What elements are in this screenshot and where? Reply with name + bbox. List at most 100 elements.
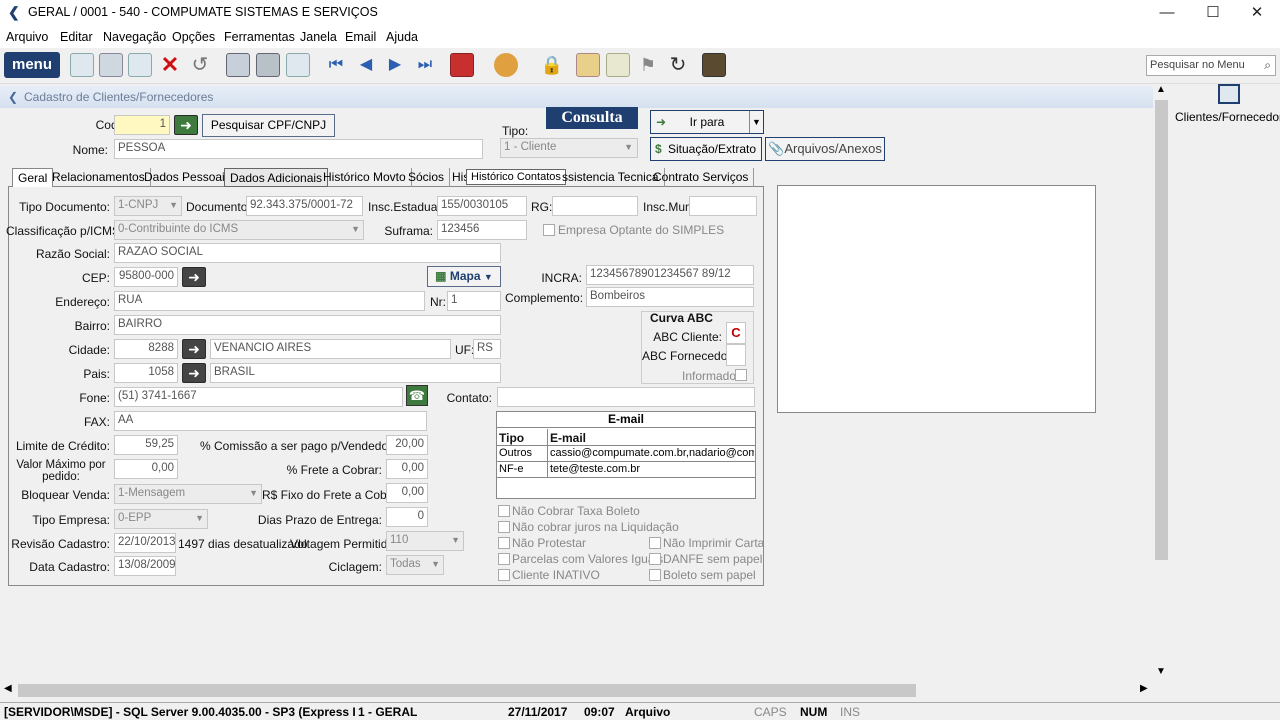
danfe-sem-papel-checkbox[interactable]	[649, 553, 661, 565]
nome-field[interactable]: PESSOA	[114, 139, 483, 159]
search-icon[interactable]: ⌕	[1264, 58, 1271, 73]
menu-opcoes[interactable]: Opções	[172, 30, 215, 44]
main-menu-button[interactable]: menu	[4, 52, 60, 78]
first-record-icon[interactable]: ⏮	[324, 53, 348, 77]
tab-contrato-servicos[interactable]: Contrato Serviços	[648, 168, 755, 187]
nao-cobrar-taxa-checkbox[interactable]	[498, 505, 510, 517]
boleto-sem-papel-checkbox[interactable]	[649, 569, 661, 581]
flag-icon[interactable]: ⚑	[636, 53, 660, 77]
codigo-field[interactable]: 1	[114, 115, 170, 135]
users-icon[interactable]	[494, 53, 518, 77]
cliente-inativo-checkbox[interactable]	[498, 569, 510, 581]
maximize-button[interactable]: ☐	[1190, 0, 1236, 26]
razao-social-field[interactable]: RAZAO SOCIAL	[114, 243, 501, 263]
arquivos-anexos-button[interactable]: 📎Arquivos/Anexos	[765, 137, 885, 161]
abc-cliente-field[interactable]: C	[726, 322, 746, 344]
scroll-thumb[interactable]	[1155, 100, 1168, 560]
calendar-icon[interactable]	[450, 53, 474, 77]
refresh-icon[interactable]: ↻	[666, 53, 690, 77]
frete-fixo-field[interactable]: 0,00	[386, 483, 428, 503]
menu-janela[interactable]: Janela	[300, 30, 337, 44]
close-button[interactable]: ✕	[1234, 0, 1280, 26]
menu-ajuda[interactable]: Ajuda	[386, 30, 418, 44]
back-icon[interactable]: ❮	[8, 86, 18, 108]
complemento-field[interactable]: Bombeiros	[586, 287, 754, 307]
nao-imprimir-carta-checkbox[interactable]	[649, 537, 661, 549]
insc-mun-field[interactable]	[689, 196, 757, 216]
scroll-thumb[interactable]	[18, 684, 916, 697]
documento-field[interactable]: 92.343.375/0001-72	[246, 196, 363, 216]
phone-icon[interactable]: ☎	[406, 385, 428, 406]
folder-icon[interactable]	[576, 53, 600, 77]
bairro-field[interactable]: BAIRRO	[114, 315, 501, 335]
tab-socios[interactable]: Sócios	[403, 168, 451, 187]
cep-search-icon[interactable]: ➜	[182, 267, 206, 287]
menu-email[interactable]: Email	[345, 30, 376, 44]
scroll-left-icon[interactable]: ◀	[4, 683, 12, 694]
report-icon[interactable]	[286, 53, 310, 77]
menu-ferramentas[interactable]: Ferramentas	[224, 30, 295, 44]
tipo-documento-select[interactable]: 1-CNPJ ▼	[114, 196, 182, 216]
parcelas-iguais-checkbox[interactable]	[498, 553, 510, 565]
photo-box[interactable]	[777, 185, 1096, 413]
informado-checkbox[interactable]	[735, 369, 747, 381]
save-icon[interactable]	[99, 53, 123, 77]
ir-para-button[interactable]: ➜ Ir para ▼	[650, 110, 764, 134]
menu-navegacao[interactable]: Navegação	[103, 30, 166, 44]
new-icon[interactable]	[70, 53, 94, 77]
cidade-code-field[interactable]: 8288	[114, 339, 178, 359]
situacao-extrato-button[interactable]: $ Situação/Extrato	[650, 137, 762, 161]
scroll-right-icon[interactable]: ▶	[1140, 683, 1148, 694]
tipo-empresa-select[interactable]: 0-EPP ▼	[114, 509, 208, 529]
tipo-select[interactable]: 1 - Cliente ▼	[500, 138, 638, 158]
ciclagem-select[interactable]: Todas ▼	[386, 555, 444, 575]
incra-field[interactable]: 12345678901234567 89/12	[586, 265, 754, 285]
table-row[interactable]: Outros cassio@compumate.com.br,nadario@c…	[497, 446, 755, 462]
vertical-scrollbar[interactable]: ▲ ▼	[1153, 84, 1170, 684]
voltagem-select[interactable]: 110 ▼	[386, 531, 464, 551]
revisao-field[interactable]: 22/10/2013	[114, 533, 176, 553]
nao-cobrar-juros-checkbox[interactable]	[498, 521, 510, 533]
contato-field[interactable]	[497, 387, 755, 407]
data-cadastro-field[interactable]: 13/08/2009	[114, 556, 176, 576]
exit-icon[interactable]	[702, 53, 726, 77]
valor-maximo-field[interactable]: 0,00	[114, 459, 178, 479]
minimize-button[interactable]: —	[1144, 0, 1190, 26]
frete-field[interactable]: 0,00	[386, 459, 428, 479]
table-row[interactable]: NF-e tete@teste.com.br	[497, 462, 755, 478]
clientes-fornecedores-label[interactable]: Clientes/Fornecedores	[1175, 110, 1280, 124]
edit-icon[interactable]	[128, 53, 152, 77]
cidade-search-icon[interactable]: ➜	[182, 339, 206, 359]
cep-field[interactable]: 95800-000	[114, 267, 178, 287]
menu-arquivo[interactable]: Arquivo	[6, 30, 48, 44]
comissao-field[interactable]: 20,00	[386, 435, 428, 455]
scroll-up-icon[interactable]: ▲	[1156, 84, 1166, 95]
ir-para-dropdown-icon[interactable]: ▼	[749, 111, 763, 133]
menu-editar[interactable]: Editar	[60, 30, 93, 44]
print-icon[interactable]	[256, 53, 280, 77]
dias-prazo-field[interactable]: 0	[386, 507, 428, 527]
pais-search-icon[interactable]: ➜	[182, 363, 206, 383]
pais-code-field[interactable]: 1058	[114, 363, 178, 383]
prev-record-icon[interactable]: ◀	[354, 53, 378, 77]
class-icms-select[interactable]: 0-Contribuinte do ICMS ▼	[114, 220, 364, 240]
limite-credito-field[interactable]: 59,25	[114, 435, 178, 455]
scroll-down-icon[interactable]: ▼	[1156, 666, 1166, 677]
bloquear-venda-select[interactable]: 1-Mensagem ▼	[114, 484, 262, 504]
nr-field[interactable]: 1	[447, 291, 501, 311]
delete-icon[interactable]: ✕	[158, 53, 182, 77]
favorites-icon[interactable]	[606, 53, 630, 77]
simples-checkbox[interactable]	[543, 224, 555, 236]
rg-field[interactable]	[552, 196, 638, 216]
fone-field[interactable]: (51) 3741-1667	[114, 387, 403, 407]
tab-relacionamentos[interactable]: Relacionamentos	[47, 168, 151, 187]
undo-icon[interactable]: ↺	[188, 53, 212, 77]
tab-historico-movto[interactable]: Histórico Movto	[318, 168, 412, 187]
lock-icon[interactable]: 🔒	[540, 53, 564, 77]
codigo-go-icon[interactable]: ➜	[174, 115, 198, 135]
suframa-field[interactable]: 123456	[437, 220, 527, 240]
last-record-icon[interactable]: ⏭	[413, 53, 437, 77]
next-record-icon[interactable]: ▶	[383, 53, 407, 77]
fax-field[interactable]: AA	[114, 411, 427, 431]
pesquisar-cpf-button[interactable]: Pesquisar CPF/CNPJ	[202, 114, 335, 137]
